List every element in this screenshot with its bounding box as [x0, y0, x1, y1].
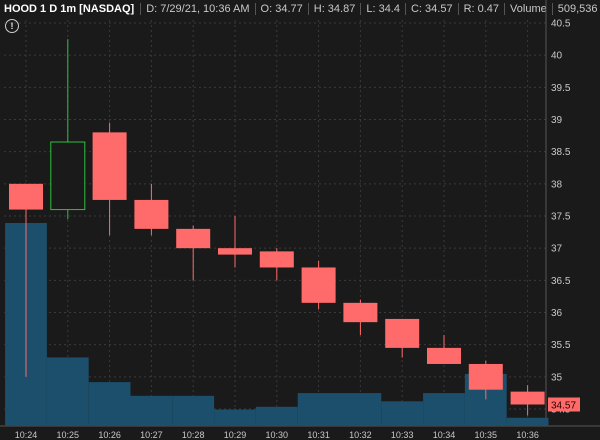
candle-body [176, 228, 211, 249]
x-tick-label: 10:29 [224, 430, 247, 440]
candle [176, 225, 211, 281]
volume-bar [297, 393, 340, 426]
x-tick-label: 10:36 [516, 430, 539, 440]
volume-bar [88, 382, 131, 426]
candle [301, 261, 336, 310]
x-tick-label: 10:33 [391, 430, 414, 440]
y-tick-label: 38.5 [551, 147, 571, 158]
candle-body [50, 141, 86, 211]
y-tick-label: 40 [551, 51, 563, 62]
candle-body [385, 318, 420, 348]
candle-body [343, 302, 378, 323]
volume-bar [381, 401, 424, 426]
candle [385, 318, 420, 358]
x-axis: 10:24 10:25 10:26 10:27 10:28 10:29 10:30 10:31… [15, 430, 539, 440]
volume-bar [506, 417, 549, 426]
candle-body [134, 199, 169, 229]
candle [427, 335, 461, 364]
y-tick-label: 37 [551, 244, 563, 255]
candle-body [92, 132, 127, 200]
y-tick-label: 35.5 [551, 340, 571, 351]
candle [92, 122, 127, 236]
candle-body [301, 267, 336, 303]
x-tick-label: 10:31 [307, 430, 330, 440]
volume-bar [172, 395, 215, 426]
y-tick-label: 36.5 [551, 276, 571, 287]
candle-body [510, 391, 545, 405]
volume-bar [46, 357, 89, 426]
candlestick-chart[interactable]: 40.5 40 39.5 39 38.5 38 37.5 37 36.5 36 35.5 35 34.5… [0, 0, 600, 440]
candle-body [468, 363, 503, 390]
volume-bar [423, 393, 465, 426]
candle-body [427, 347, 461, 364]
y-tick-label: 40.5 [551, 19, 571, 30]
candle [218, 216, 252, 268]
y-tick-label: 38 [551, 179, 563, 190]
x-tick-label: 10:27 [140, 430, 163, 440]
y-tick-label: 35 [551, 372, 563, 383]
candle [510, 385, 545, 416]
volume-bar [255, 406, 298, 426]
volume-bar [339, 393, 382, 426]
x-tick-label: 10:35 [475, 430, 498, 440]
x-tick-label: 10:30 [266, 430, 289, 440]
x-tick-label: 10:24 [15, 430, 38, 440]
candle [259, 248, 294, 281]
x-tick-label: 10:25 [57, 430, 80, 440]
grid-lines [0, 0, 600, 427]
candle [343, 299, 378, 336]
y-tick-label: 36 [551, 308, 563, 319]
candle [50, 39, 86, 220]
candle-body [259, 251, 294, 268]
x-tick-label: 10:32 [349, 430, 372, 440]
y-tick-label: 39 [551, 115, 563, 126]
candle-body [9, 183, 43, 210]
y-tick-label: 37.5 [551, 212, 571, 223]
x-tick-label: 10:28 [182, 430, 205, 440]
volume-bar [214, 409, 256, 426]
y-axis: 40.54039.53938.53837.53736.53635.53534.5 [551, 19, 571, 416]
y-tick-label: 39.5 [551, 83, 571, 94]
last-price-marker: 34.57 [548, 397, 580, 412]
volume-bar [130, 395, 173, 426]
candle [134, 183, 169, 236]
x-tick-label: 10:26 [98, 430, 121, 440]
x-tick-label: 10:34 [433, 430, 456, 440]
last-price-label: 34.57 [551, 400, 576, 411]
candle-body [218, 248, 252, 255]
